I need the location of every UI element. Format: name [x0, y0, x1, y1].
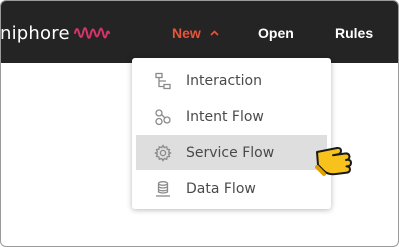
menu-item-label: Data Flow — [186, 180, 256, 197]
new-dropdown-menu: Interaction Intent Flow Service Flow Dat… — [132, 58, 331, 209]
menu-item-label: Service Flow — [186, 144, 275, 161]
gear-icon — [153, 143, 173, 163]
hierarchy-icon — [153, 71, 173, 91]
nav-new-label: New — [172, 25, 201, 41]
chevron-up-icon — [210, 30, 219, 36]
nav-rules[interactable]: Rules — [335, 25, 373, 41]
app-window: niphore New Open Rules Interaction Inten… — [0, 0, 399, 247]
nav-new[interactable]: New — [172, 25, 219, 41]
menu-item-intent-flow[interactable]: Intent Flow — [136, 99, 327, 134]
logo[interactable]: niphore — [1, 20, 110, 46]
database-icon — [153, 179, 173, 199]
intent-nodes-icon — [153, 107, 173, 127]
menu-item-interaction[interactable]: Interaction — [136, 63, 327, 98]
soundwave-icon — [73, 27, 110, 39]
nav-open[interactable]: Open — [258, 25, 294, 41]
menu-item-label: Interaction — [186, 72, 262, 89]
menu-item-data-flow[interactable]: Data Flow — [136, 171, 327, 206]
hand-pointer-icon — [315, 146, 352, 176]
logo-text: niphore — [0, 22, 70, 44]
top-navbar: niphore New Open Rules — [1, 1, 398, 63]
menu-item-label: Intent Flow — [186, 108, 264, 125]
menu-item-service-flow[interactable]: Service Flow — [136, 135, 327, 170]
